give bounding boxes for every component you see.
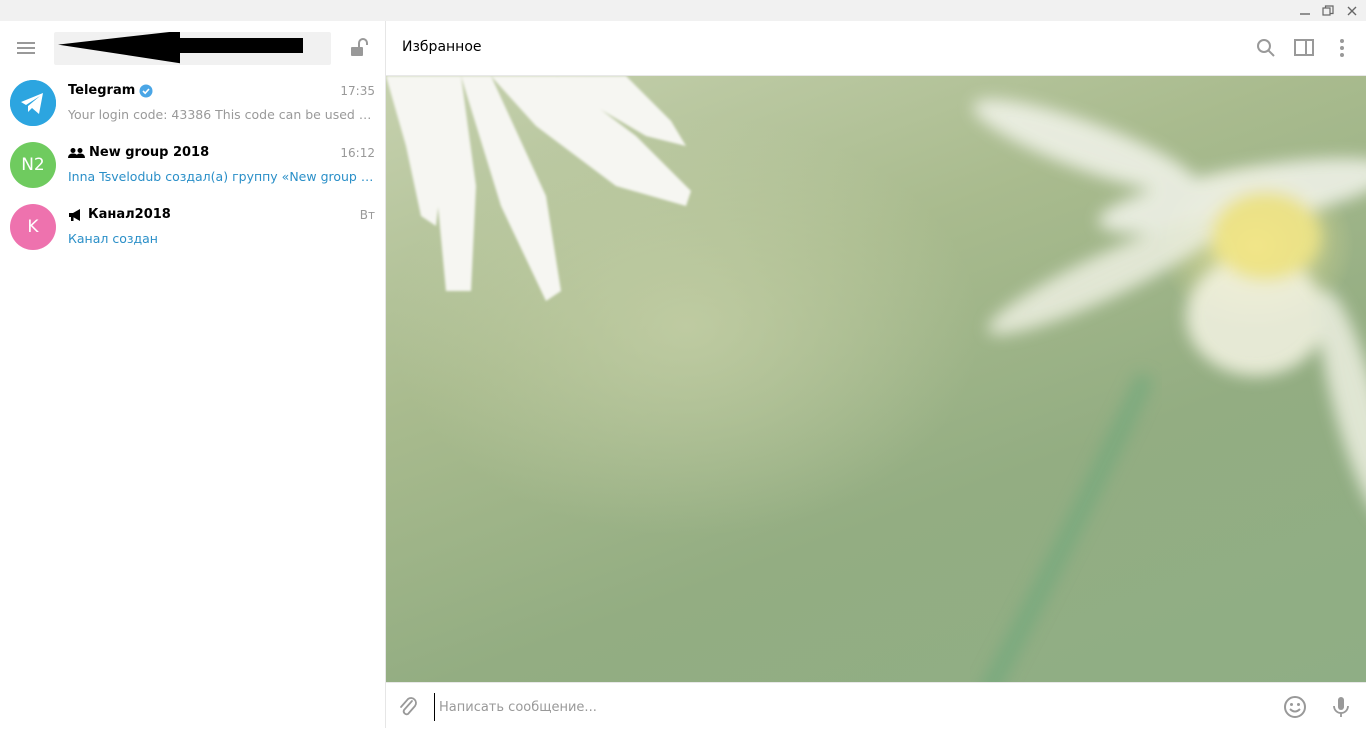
microphone-icon <box>1333 697 1349 717</box>
chat-name-text: New group 2018 <box>89 145 210 160</box>
sidebar-panel-icon <box>1294 39 1314 56</box>
avatar: K <box>10 204 56 250</box>
avatar-initials: K <box>27 217 39 237</box>
avatar-initials: N2 <box>21 155 45 175</box>
avatar: N2 <box>10 142 56 188</box>
chat-item-kanal2018[interactable]: K Канал2018 Вт Канал создан <box>0 197 385 259</box>
chat-last-message: Inna Tsvelodub создал(а) группу «New gro… <box>68 169 374 184</box>
verified-badge-icon <box>139 84 153 97</box>
message-composer <box>386 682 1366 729</box>
search-icon <box>1257 39 1275 57</box>
voice-record-button[interactable] <box>1329 695 1353 719</box>
conversation-panel: Избранное <box>386 21 1366 729</box>
chat-name-text: Канал2018 <box>88 207 171 222</box>
vertical-dots-icon <box>1340 39 1344 57</box>
smiley-icon <box>1284 696 1306 718</box>
emoji-button[interactable] <box>1283 695 1307 719</box>
chat-list-panel: Telegram 17:35 Your login code: 43386 Th… <box>0 21 386 728</box>
conversation-title[interactable]: Избранное <box>402 39 482 55</box>
search-button[interactable] <box>1255 37 1277 59</box>
more-options-button[interactable] <box>1331 37 1353 59</box>
search-input[interactable] <box>54 32 331 65</box>
chat-name-text: Telegram <box>68 83 136 98</box>
chat-last-message: Your login code: 43386 This code can be … <box>68 107 374 122</box>
window-titlebar <box>0 0 1366 21</box>
conversation-header: Избранное <box>386 21 1366 76</box>
chat-name: New group 2018 <box>68 145 209 160</box>
chat-time: 16:12 <box>340 146 375 160</box>
chat-time: 17:35 <box>340 84 375 98</box>
close-icon <box>1347 6 1357 16</box>
chat-last-message: Канал создан <box>68 231 158 246</box>
close-button[interactable] <box>1342 2 1362 20</box>
attach-button[interactable] <box>396 695 420 719</box>
channel-icon <box>69 208 80 221</box>
chat-item-new-group-2018[interactable]: N2 New group 2018 16:12 Inna Tsvelodub с… <box>0 135 385 197</box>
telegram-logo-icon <box>10 80 56 126</box>
main-menu-button[interactable] <box>14 39 38 59</box>
hamburger-menu-icon <box>17 42 35 54</box>
restore-icon <box>1322 5 1334 16</box>
daisy-wallpaper-image <box>386 76 1366 682</box>
paperclip-icon <box>400 697 417 716</box>
chat-time: Вт <box>359 208 375 222</box>
chat-item-telegram[interactable]: Telegram 17:35 Your login code: 43386 Th… <box>0 73 385 135</box>
chat-name: Telegram <box>68 83 153 98</box>
minimize-icon <box>1300 13 1310 15</box>
avatar <box>10 80 56 126</box>
chat-wallpaper <box>386 76 1366 682</box>
passcode-lock-button[interactable] <box>349 37 371 59</box>
message-input[interactable] <box>434 693 1261 721</box>
chat-name: Канал2018 <box>68 207 171 222</box>
toggle-info-panel-button[interactable] <box>1293 37 1315 59</box>
search-box[interactable] <box>54 32 331 65</box>
restore-button[interactable] <box>1318 2 1338 20</box>
unlock-icon <box>351 38 368 56</box>
minimize-button[interactable] <box>1295 2 1315 20</box>
group-icon <box>68 147 85 158</box>
